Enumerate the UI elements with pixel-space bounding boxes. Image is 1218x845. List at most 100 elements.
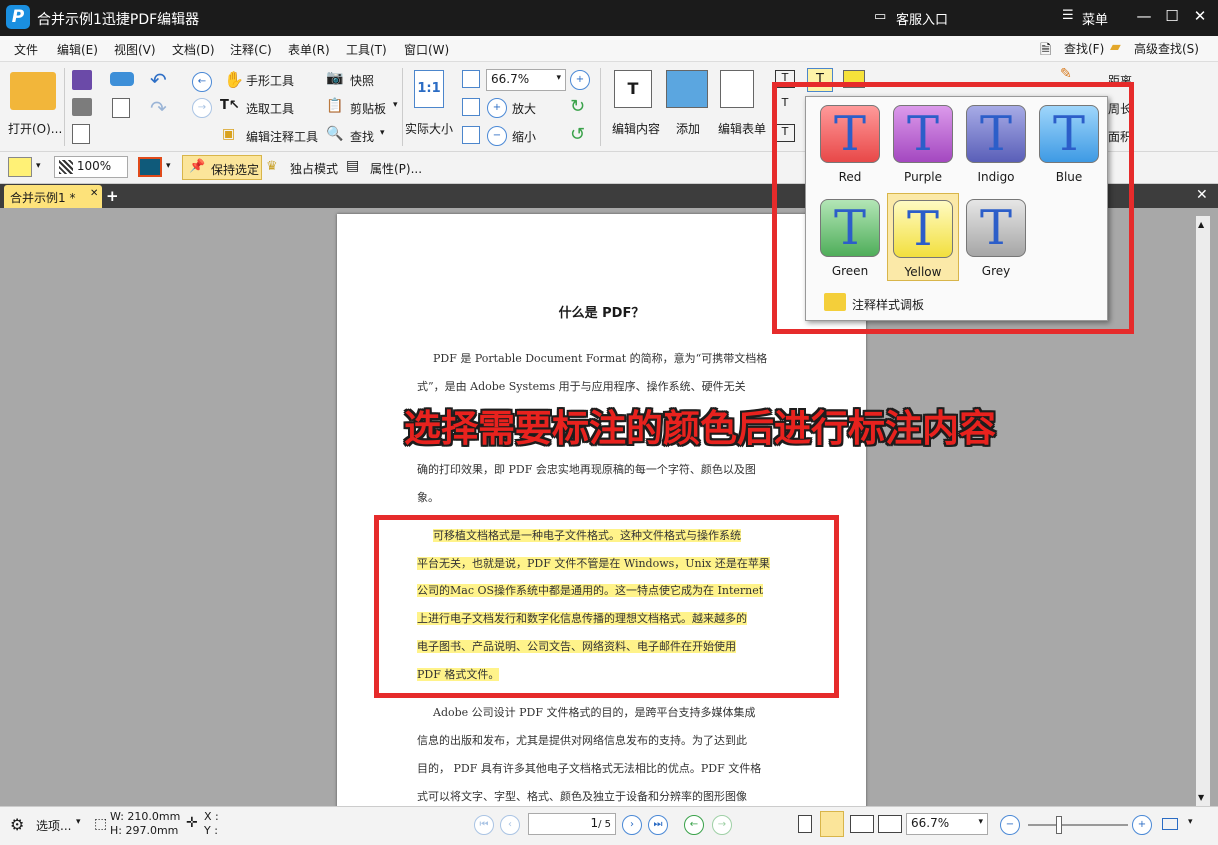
- find-ribbon-button[interactable]: 查找: [350, 128, 374, 145]
- page-size-icon: ⬚: [94, 816, 108, 832]
- fullscreen-icon[interactable]: [1162, 818, 1178, 830]
- zoom-slider-handle[interactable]: [1056, 816, 1062, 834]
- close-button[interactable]: ✕: [1190, 7, 1210, 25]
- zoom-slider[interactable]: [1028, 824, 1128, 826]
- menu-window[interactable]: 窗口(W): [404, 41, 449, 58]
- menu-form[interactable]: 表单(R): [288, 41, 330, 58]
- pencil-icon[interactable]: ✎: [1060, 66, 1072, 82]
- snapshot-button[interactable]: 快照: [350, 72, 374, 89]
- border-color-swatch[interactable]: [138, 157, 162, 177]
- view-dropdown-icon[interactable]: ▾: [1188, 817, 1193, 827]
- zoom-out-button[interactable]: 缩小: [512, 128, 536, 145]
- zoom-in-button[interactable]: 放大: [512, 100, 536, 117]
- zoom-tool-icon[interactable]: +: [570, 70, 590, 90]
- edit-form-button[interactable]: 编辑表单: [718, 120, 766, 137]
- maximize-button[interactable]: ☐: [1162, 7, 1182, 25]
- options-button[interactable]: 选项...: [36, 817, 71, 834]
- exclusive-mode-button[interactable]: 独占模式: [290, 160, 338, 177]
- zoom-combo[interactable]: 66.7% ▾: [486, 69, 566, 91]
- print-icon[interactable]: [72, 98, 92, 116]
- close-all-tabs-icon[interactable]: ✕: [1196, 187, 1208, 203]
- hand-tool-button[interactable]: 手形工具: [246, 72, 294, 89]
- keep-selected-label: 保持选定: [211, 163, 260, 177]
- para3-line: Adobe 公司设计 PDF 文件格式的目的，是跨平台支持多媒体集成: [433, 706, 756, 719]
- status-zoom-in-icon[interactable]: +: [1132, 815, 1152, 835]
- back-icon[interactable]: ←: [192, 72, 212, 92]
- options-dropdown-icon[interactable]: ▾: [76, 817, 81, 827]
- continuous-facing-icon[interactable]: [878, 815, 902, 833]
- tab-document[interactable]: 合并示例1 * ✕: [4, 185, 102, 208]
- opacity-combo[interactable]: 100%: [54, 156, 128, 178]
- forward-view-icon[interactable]: →: [712, 815, 732, 835]
- menu-document[interactable]: 文档(D): [172, 41, 215, 58]
- current-page: 1: [590, 816, 599, 830]
- zoom-out-icon[interactable]: −: [487, 126, 507, 146]
- cursor-x: X :: [204, 810, 219, 823]
- keep-selected-button[interactable]: 📌 保持选定: [182, 155, 262, 180]
- para3-line: 目的， PDF 具有许多其他电子文档格式无法相比的优点。PDF 文件格: [417, 762, 762, 775]
- pin-icon: 📌: [189, 159, 206, 174]
- rotate-cw-icon[interactable]: ↻: [570, 96, 585, 117]
- add-button[interactable]: 添加: [676, 120, 700, 137]
- open-button[interactable]: 打开(O)...: [8, 120, 62, 137]
- fill-color-swatch[interactable]: [8, 157, 32, 177]
- edit-annot-tool-button[interactable]: 编辑注释工具: [246, 128, 318, 145]
- tab-label: 合并示例1 *: [10, 191, 76, 205]
- menu-view[interactable]: 视图(V): [114, 41, 156, 58]
- continuous-page-icon[interactable]: [820, 811, 844, 837]
- clipboard-button[interactable]: 剪贴板: [350, 100, 386, 117]
- vertical-scrollbar[interactable]: ▲ ▼: [1196, 216, 1210, 806]
- scroll-down-icon[interactable]: ▼: [1198, 793, 1204, 802]
- zoom-in-icon[interactable]: +: [487, 98, 507, 118]
- para1-line: PDF 是 Portable Document Format 的简称，意为“可携…: [433, 352, 768, 365]
- edit-form-icon: [720, 70, 754, 108]
- menu-comment[interactable]: 注释(C): [230, 41, 272, 58]
- edit-content-button[interactable]: 编辑内容: [612, 120, 660, 137]
- forward-icon[interactable]: →: [192, 98, 212, 118]
- first-page-icon[interactable]: ⏮: [474, 815, 494, 835]
- select-text-icon: T↖: [220, 98, 240, 113]
- cloud-icon[interactable]: [110, 72, 134, 86]
- find-button[interactable]: 查找(F): [1064, 40, 1104, 57]
- minimize-button[interactable]: —: [1134, 7, 1154, 25]
- fill-color-dropdown-icon[interactable]: ▾: [36, 161, 41, 171]
- status-zoom-out-icon[interactable]: −: [1000, 815, 1020, 835]
- actual-size-button[interactable]: 实际大小: [405, 120, 453, 137]
- fit-page-icon[interactable]: [462, 70, 480, 88]
- border-color-dropdown-icon[interactable]: ▾: [166, 161, 171, 171]
- export-icon[interactable]: [72, 124, 90, 144]
- prev-page-icon[interactable]: ‹: [500, 815, 520, 835]
- opacity-icon: [59, 159, 73, 174]
- window-title: 合并示例1迅捷PDF编辑器: [37, 12, 200, 28]
- page-number-input[interactable]: 1/ 5: [528, 813, 616, 835]
- new-tab-icon[interactable]: +: [106, 187, 119, 205]
- rotate-ccw-icon[interactable]: ↺: [570, 124, 585, 145]
- fit-width-icon[interactable]: [462, 98, 480, 116]
- scroll-up-icon[interactable]: ▲: [1198, 220, 1204, 229]
- undo-icon[interactable]: ↶: [150, 68, 167, 92]
- facing-page-icon[interactable]: [850, 815, 874, 833]
- new-doc-icon[interactable]: [112, 98, 130, 118]
- total-pages: / 5: [598, 819, 611, 830]
- select-tool-button[interactable]: 选取工具: [246, 100, 294, 117]
- last-page-icon[interactable]: ⏭: [648, 815, 668, 835]
- menu-tools[interactable]: 工具(T): [346, 41, 387, 58]
- single-page-icon[interactable]: [798, 815, 812, 833]
- tab-close-icon[interactable]: ✕: [90, 188, 98, 199]
- menu-button[interactable]: 菜单: [1082, 9, 1108, 28]
- back-view-icon[interactable]: ←: [684, 815, 704, 835]
- redo-icon[interactable]: ↷: [150, 96, 167, 120]
- page-width: W: 210.0mm: [110, 810, 181, 823]
- find-doc-icon: 🔍: [326, 126, 344, 142]
- find-dropdown-icon[interactable]: ▾: [380, 128, 385, 138]
- properties-button[interactable]: 属性(P)...: [370, 160, 422, 177]
- menu-edit[interactable]: 编辑(E): [57, 41, 98, 58]
- next-page-icon[interactable]: ›: [622, 815, 642, 835]
- status-zoom-combo[interactable]: 66.7% ▾: [906, 813, 988, 835]
- clipboard-dropdown-icon[interactable]: ▾: [393, 100, 398, 110]
- advanced-find-button[interactable]: 高级查找(S): [1134, 40, 1199, 57]
- menu-file[interactable]: 文件: [14, 41, 38, 58]
- fit-visible-icon[interactable]: [462, 126, 480, 144]
- support-link[interactable]: 客服入口: [896, 9, 948, 28]
- save-icon[interactable]: [72, 70, 92, 90]
